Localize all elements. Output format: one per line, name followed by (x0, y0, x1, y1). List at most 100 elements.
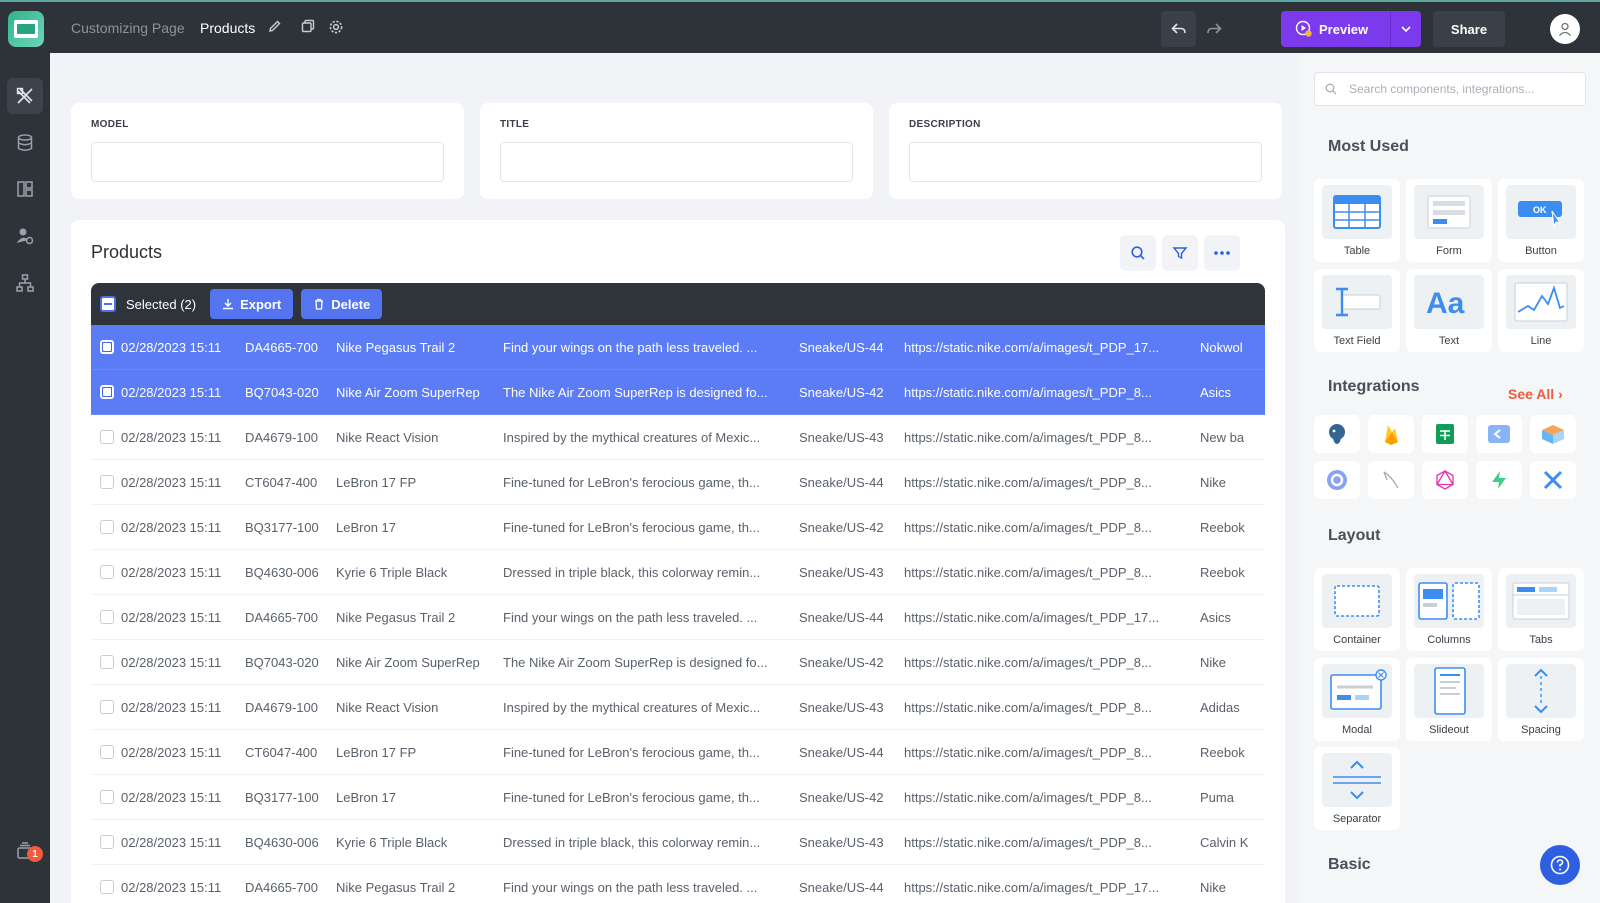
cell-date: 02/28/2023 15:11 (121, 384, 222, 400)
user-avatar[interactable] (1550, 14, 1580, 44)
table-row[interactable]: 02/28/2023 15:11 DA4665-700 Nike Pegasus T… (91, 865, 1265, 903)
row-checkbox[interactable] (100, 610, 114, 624)
component-slideout[interactable]: Slideout (1406, 658, 1492, 741)
sidebar-item-structure[interactable] (7, 265, 43, 301)
duplicate-icon[interactable] (301, 19, 319, 37)
component-spacing[interactable]: Spacing (1498, 658, 1584, 741)
row-checkbox[interactable] (100, 835, 114, 849)
cell-sku: Sneake/US-44 (799, 744, 884, 760)
component-columns[interactable]: Columns (1406, 568, 1492, 651)
component-modal[interactable]: Modal (1314, 658, 1400, 741)
share-button[interactable]: Share (1433, 11, 1505, 47)
cell-description: The Nike Air Zoom SuperRep is designed f… (503, 654, 768, 670)
row-checkbox[interactable] (100, 790, 114, 804)
table-row[interactable]: 02/28/2023 15:11 DA4665-700 Nike Pegasus T… (91, 325, 1265, 370)
row-checkbox[interactable] (100, 340, 114, 354)
integration-api[interactable] (1476, 415, 1522, 453)
cell-model: BQ7043-020 (245, 654, 319, 670)
row-checkbox[interactable] (100, 700, 114, 714)
table-search-button[interactable] (1120, 235, 1156, 271)
cell-description: Inspired by the mythical creatures of Me… (503, 699, 761, 715)
sidebar-item-data[interactable] (7, 125, 43, 161)
integration-postgres[interactable] (1314, 415, 1360, 453)
table-row[interactable]: 02/28/2023 15:11 DA4679-100 Nike React Vis… (91, 415, 1265, 460)
table-row[interactable]: 02/28/2023 15:11 CT6047-400 LeBron 17 FP Fi… (91, 460, 1265, 505)
component-tabs[interactable]: Tabs (1498, 568, 1584, 651)
undo-button[interactable] (1161, 11, 1196, 47)
cell-brand: Asics (1200, 384, 1232, 400)
component-separator[interactable]: Separator (1314, 747, 1400, 830)
row-checkbox[interactable] (100, 475, 114, 489)
more-dots-icon (1214, 251, 1230, 255)
component-search-input[interactable]: Search components, integrations... (1314, 72, 1586, 106)
breadcrumb-parent[interactable]: Customizing Page (71, 20, 185, 36)
table-row[interactable]: 02/28/2023 15:11 BQ3177-100 LeBron 17 Fine-… (91, 505, 1265, 550)
model-input[interactable] (91, 142, 444, 182)
cell-description: Fine-tuned for LeBron's ferocious game, … (503, 519, 760, 535)
cell-brand: Nike (1200, 654, 1227, 670)
title-input[interactable] (500, 142, 853, 182)
integration-google-sheets[interactable] (1422, 415, 1468, 453)
see-all-link[interactable]: See All › (1508, 386, 1563, 402)
component-text[interactable]: Aa Text (1406, 269, 1492, 352)
row-checkbox[interactable] (100, 430, 114, 444)
row-checkbox[interactable] (100, 655, 114, 669)
description-input[interactable] (909, 142, 1262, 182)
delete-button[interactable]: Delete (301, 289, 383, 319)
sidebar-item-pages[interactable] (7, 171, 43, 207)
cell-title: Nike Pegasus Trail 2 (336, 339, 456, 355)
integration-close[interactable] (1530, 461, 1576, 499)
redo-button[interactable] (1196, 11, 1231, 47)
integration-box[interactable] (1530, 415, 1576, 453)
table-row[interactable]: 02/28/2023 15:11 CT6047-400 LeBron 17 FP Fi… (91, 730, 1265, 775)
delete-label: Delete (331, 296, 371, 312)
integration-graphql[interactable] (1422, 461, 1468, 499)
form-component-icon (1427, 195, 1471, 229)
cell-title: Kyrie 6 Triple Black (336, 564, 448, 580)
table-row[interactable]: 02/28/2023 15:11 BQ7043-020 Nike Air Zoom … (91, 370, 1265, 415)
cell-sku: Sneake/US-44 (799, 474, 884, 490)
cell-image-url: https://static.nike.com/a/images/t_PDP_8… (904, 519, 1152, 535)
table-row[interactable]: 02/28/2023 15:11 BQ4630-006 Kyrie 6 Triple… (91, 820, 1265, 865)
table-filter-button[interactable] (1162, 235, 1198, 271)
table-row[interactable]: 02/28/2023 15:11 BQ3177-100 LeBron 17 Fine-… (91, 775, 1265, 820)
row-checkbox[interactable] (100, 880, 114, 894)
cell-image-url: https://static.nike.com/a/images/t_PDP_8… (904, 564, 1152, 580)
component-container[interactable]: Container (1314, 568, 1400, 651)
row-checkbox[interactable] (100, 385, 114, 399)
integration-firebase[interactable] (1368, 415, 1414, 453)
brush-icon (1383, 471, 1399, 489)
component-form[interactable]: Form (1406, 179, 1492, 262)
integration-brush[interactable] (1368, 461, 1414, 499)
component-button[interactable]: OK Button (1498, 179, 1584, 262)
gear-icon[interactable] (328, 19, 346, 37)
select-all-checkbox[interactable] (100, 296, 116, 312)
integration-supabase[interactable] (1476, 461, 1522, 499)
row-checkbox[interactable] (100, 520, 114, 534)
cell-sku: Sneake/US-43 (799, 699, 884, 715)
edit-pencil-icon[interactable] (268, 19, 286, 37)
component-table[interactable]: Table (1314, 179, 1400, 262)
component-line[interactable]: Line (1498, 269, 1584, 352)
table-row[interactable]: 02/28/2023 15:11 DA4665-700 Nike Pegasus T… (91, 595, 1265, 640)
table-row[interactable]: 02/28/2023 15:11 BQ7043-020 Nike Air Zoom … (91, 640, 1265, 685)
cell-description: Dressed in triple black, this colorway r… (503, 834, 761, 850)
sidebar-item-users[interactable] (7, 218, 43, 254)
row-checkbox[interactable] (100, 745, 114, 759)
integration-circle[interactable] (1314, 461, 1360, 499)
undo-redo-group (1161, 11, 1231, 47)
table-row[interactable]: 02/28/2023 15:11 BQ4630-006 Kyrie 6 Triple… (91, 550, 1265, 595)
sidebar-item-design[interactable] (7, 78, 43, 114)
preview-dropdown-button[interactable] (1391, 26, 1421, 32)
preview-button[interactable]: Preview (1281, 11, 1421, 47)
row-checkbox[interactable] (100, 565, 114, 579)
table-row[interactable]: 02/28/2023 15:11 DA4679-100 Nike React Vis… (91, 685, 1265, 730)
export-button[interactable]: Export (210, 289, 294, 319)
cell-title: LeBron 17 (336, 789, 396, 805)
cell-date: 02/28/2023 15:11 (121, 879, 222, 895)
table-more-button[interactable] (1204, 235, 1240, 271)
help-button[interactable] (1540, 845, 1580, 885)
component-text-field[interactable]: Text Field (1314, 269, 1400, 352)
app-logo[interactable] (8, 11, 44, 47)
cell-model: DA4665-700 (245, 609, 318, 625)
